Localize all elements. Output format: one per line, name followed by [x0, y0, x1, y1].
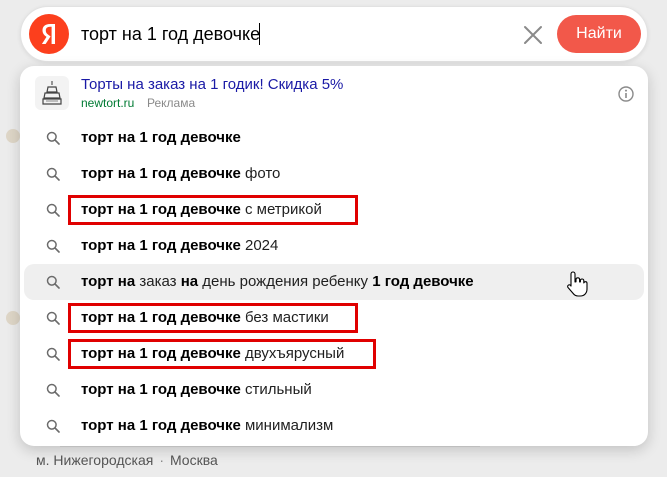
ad-label: Реклама [147, 96, 196, 110]
search-icon [46, 275, 60, 289]
search-icon [46, 347, 60, 361]
suggest-item[interactable]: торт на 1 год девочке [24, 120, 644, 156]
footer-metro[interactable]: м. Нижегородская [36, 452, 153, 468]
close-icon [524, 26, 542, 44]
suggest-text: торт на 1 год девочке минимализм [81, 417, 333, 434]
suggest-item[interactable]: торт на 1 год девочке без мастики [24, 300, 644, 336]
yandex-logo-icon [41, 24, 55, 44]
suggest-match-text: 1 год девочке [372, 273, 474, 290]
background-icon [6, 311, 20, 325]
ad-suggestion[interactable]: Торты на заказ на 1 годик! Скидка 5% new… [20, 72, 648, 116]
suggest-text: торт на 1 год девочке без мастики [81, 309, 329, 326]
suggest-item[interactable]: торт на 1 год девочке с метрикой [24, 192, 644, 228]
suggest-item[interactable]: торт на 1 год девочке минимализм [24, 408, 644, 444]
suggest-text: торт на 1 год девочке [81, 129, 241, 146]
suggest-match-text: торт на 1 год девочке [81, 201, 241, 218]
search-icon [46, 383, 60, 397]
cake-icon [42, 81, 62, 105]
suggest-completion-text: с метрикой [240, 201, 322, 218]
ad-title[interactable]: Торты на заказ на 1 годик! Скидка 5% [81, 76, 343, 93]
suggest-item[interactable]: торт на заказ на день рождения ребенку 1… [24, 264, 644, 300]
background-footer: м. Нижегородская · Москва [36, 452, 218, 468]
ad-thumbnail [35, 76, 69, 110]
search-input[interactable] [81, 21, 511, 47]
suggest-match-text: торт на 1 год девочке [81, 165, 241, 182]
clear-button[interactable] [521, 23, 545, 47]
text-caret [259, 23, 260, 45]
search-icon [46, 239, 60, 253]
suggest-text: торт на заказ на день рождения ребенку 1… [81, 273, 474, 290]
suggest-match-text: торт на 1 год девочке [81, 381, 241, 398]
search-icon [46, 419, 60, 433]
suggest-match-text: торт на 1 год девочке [81, 237, 241, 254]
footer-separator: · [159, 452, 164, 468]
suggest-item[interactable]: торт на 1 год девочке стильный [24, 372, 644, 408]
suggest-match-text: торт на [81, 273, 136, 290]
suggest-completion-text: без мастики [240, 309, 329, 326]
yandex-logo[interactable] [29, 14, 69, 54]
search-bar: Найти [20, 6, 648, 62]
suggest-text: торт на 1 год девочке 2024 [81, 237, 278, 254]
suggest-completion-text: минимализм [240, 417, 334, 434]
suggest-match-text: на [180, 273, 199, 290]
suggest-match-text: торт на 1 год девочке [81, 309, 241, 326]
suggest-match-text: торт на 1 год девочке [81, 345, 241, 362]
find-button[interactable]: Найти [557, 15, 641, 53]
suggest-text: торт на 1 год девочке стильный [81, 381, 312, 398]
search-icon [46, 311, 60, 325]
suggest-completion-text: фото [240, 165, 281, 182]
suggest-completion-text: двухъярусный [240, 345, 345, 362]
suggest-match-text: торт на 1 год девочке [81, 129, 241, 146]
hand-pointer-icon [567, 271, 588, 297]
search-icon [46, 167, 60, 181]
search-icon [46, 131, 60, 145]
suggest-text: торт на 1 год девочке двухъярусный [81, 345, 344, 362]
background-icon [6, 129, 20, 143]
ad-domain[interactable]: newtort.ru [81, 96, 134, 110]
footer-city[interactable]: Москва [170, 452, 218, 468]
suggest-completion-text: день рождения ребенку [198, 273, 373, 290]
suggest-item[interactable]: торт на 1 год девочке фото [24, 156, 644, 192]
suggest-text: торт на 1 год девочке с метрикой [81, 201, 322, 218]
suggest-item[interactable]: торт на 1 год девочке 2024 [24, 228, 644, 264]
suggest-item[interactable]: торт на 1 год девочке двухъярусный [24, 336, 644, 372]
info-icon[interactable] [618, 86, 634, 102]
suggest-text: торт на 1 год девочке фото [81, 165, 280, 182]
suggest-completion-text: заказ [135, 273, 181, 290]
suggest-match-text: торт на 1 год девочке [81, 417, 241, 434]
search-icon [46, 203, 60, 217]
suggest-dropdown: Торты на заказ на 1 годик! Скидка 5% new… [20, 66, 648, 446]
suggest-completion-text: стильный [240, 381, 312, 398]
suggest-completion-text: 2024 [240, 237, 279, 254]
